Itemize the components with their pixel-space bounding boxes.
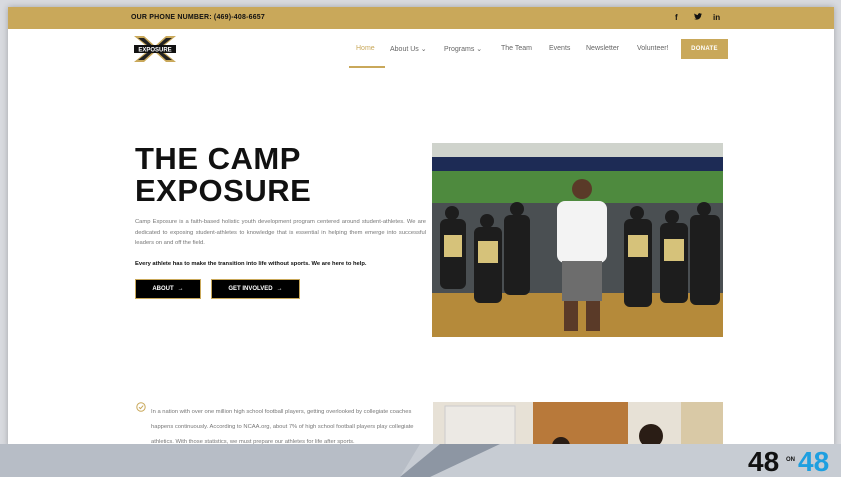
hero-photo [432,143,723,337]
about-button[interactable]: ABOUT → [135,279,201,299]
nav-programs-label: Programs [444,46,475,53]
footer-decoration [0,444,841,477]
48on48-logo: 48 ON 48 [748,446,829,475]
nav-about-us-label: About Us [390,46,419,53]
logo-text: EXPOSURE [138,48,171,54]
brand-middle: ON [786,457,795,463]
second-photo [433,402,723,447]
hero-tagline: Every athlete has to make the transition… [135,261,367,267]
active-nav-underline [349,66,385,68]
nav-programs[interactable]: Programs ⌄ [444,45,482,53]
statistics-text: In a nation with over one million high s… [151,409,414,445]
linkedin-icon[interactable]: in [713,13,720,22]
brand-right: 48 [798,446,829,475]
donate-button[interactable]: DONATE [681,39,728,59]
facebook-icon[interactable]: f [675,13,678,22]
get-involved-button[interactable]: GET INVOLVED → [211,279,300,299]
web-page: OUR PHONE NUMBER: (469)-408-6657 f in EX… [8,7,834,447]
nav-events[interactable]: Events [549,45,570,52]
arrow-right-icon: → [276,286,283,292]
check-circle-icon [136,402,146,412]
hero-title-line2: EXPOSURE [135,173,312,208]
nav-home[interactable]: Home [356,45,375,52]
nav-volunteer[interactable]: Volunteer! [637,45,669,52]
hero-description: Camp Exposure is a faith-based holistic … [135,219,426,246]
nav-about-us[interactable]: About Us ⌄ [390,45,427,53]
exposure-logo[interactable]: EXPOSURE [132,36,178,62]
brand-left: 48 [748,446,779,475]
phone-number: OUR PHONE NUMBER: (469)-408-6657 [131,14,265,21]
nav-the-team[interactable]: The Team [501,45,532,52]
get-involved-button-label: GET INVOLVED [228,286,273,292]
hero-title: THE CAMP EXPOSURE [135,143,311,207]
arrow-right-icon: → [177,286,184,292]
chevron-down-icon: ⌄ [476,46,483,53]
top-bar: OUR PHONE NUMBER: (469)-408-6657 f in [8,7,834,29]
hero-title-line1: THE CAMP [135,141,301,176]
about-button-label: ABOUT [152,286,174,292]
chevron-down-icon: ⌄ [420,46,427,53]
twitter-icon[interactable] [694,13,702,22]
nav-newsletter[interactable]: Newsletter [586,45,619,52]
